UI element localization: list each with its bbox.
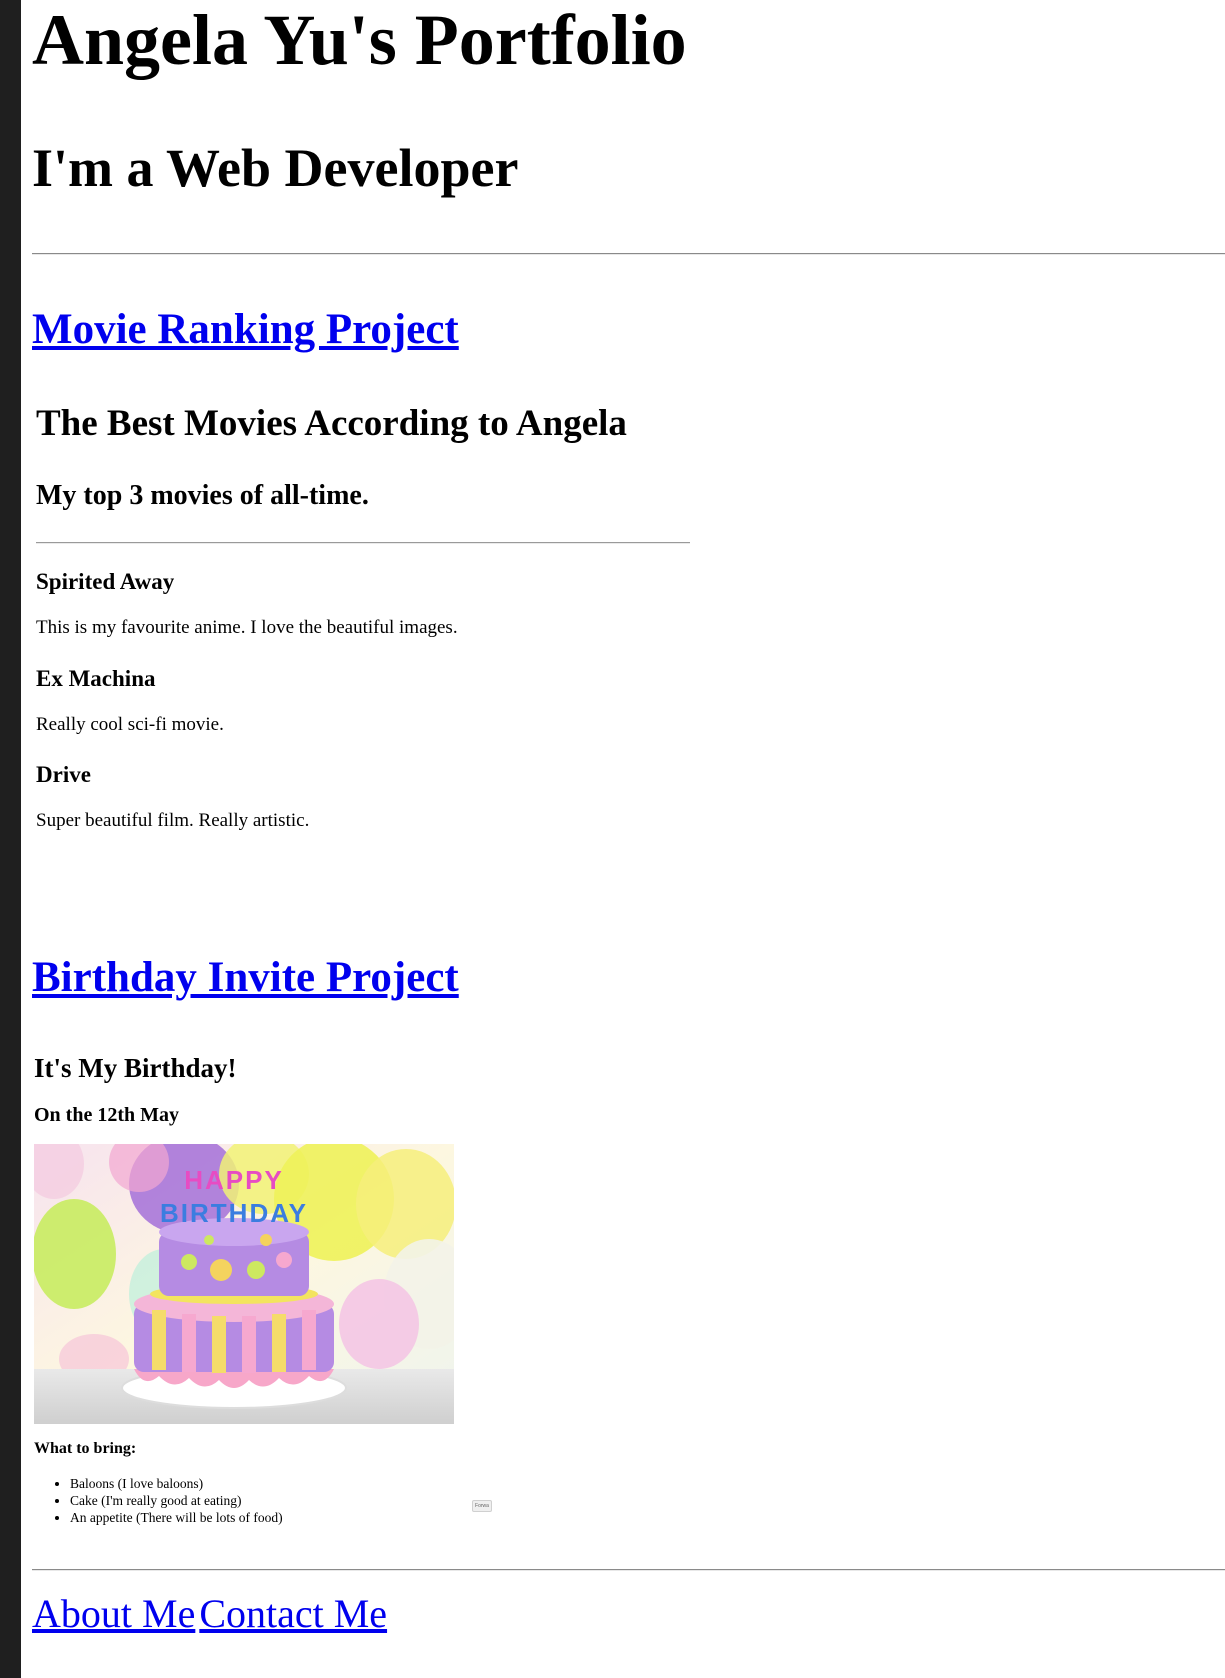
birthday-page-title: It's My Birthday! xyxy=(34,1053,237,1083)
footer-divider xyxy=(32,1569,1225,1571)
movie-page-title: The Best Movies According to Angela xyxy=(36,403,627,444)
movie-description: Really cool sci-fi movie. xyxy=(36,714,224,735)
svg-text:HAPPY: HAPPY xyxy=(184,1165,284,1195)
movie-page-subtitle: My top 3 movies of all-time. xyxy=(36,480,369,511)
movie-divider xyxy=(36,542,690,544)
birthday-invite-project-link[interactable]: Birthday Invite Project xyxy=(32,952,459,1004)
movie-title: Ex Machina xyxy=(36,666,156,691)
movie-description: Super beautiful film. Really artistic. xyxy=(36,810,310,831)
birthday-cake-image: HAPPY BIRTHDAY xyxy=(34,1144,454,1424)
page-subtitle: I'm a Web Developer xyxy=(32,138,519,198)
list-item: An appetite (There will be lots of food) xyxy=(70,1509,283,1526)
about-me-link[interactable]: About Me xyxy=(32,1591,195,1636)
footer-nav: About Me Contact Me xyxy=(32,1590,387,1638)
movie-title: Spirited Away xyxy=(36,569,175,594)
svg-text:BIRTHDAY: BIRTHDAY xyxy=(160,1198,308,1228)
what-to-bring-heading: What to bring: xyxy=(34,1440,137,1457)
bring-list: Baloons (I love baloons) Cake (I'm reall… xyxy=(34,1475,283,1526)
birthday-invite-embed: It's My Birthday! On the 12th May HAPPY … xyxy=(34,1040,504,1540)
movie-title: Drive xyxy=(36,762,91,787)
contact-me-link[interactable]: Contact Me xyxy=(199,1591,387,1636)
list-item: Baloons (I love baloons) xyxy=(70,1475,283,1492)
birthday-date: On the 12th May xyxy=(34,1104,179,1126)
forward-button[interactable]: Forwa xyxy=(472,1500,492,1512)
window-edge-bar xyxy=(0,0,21,1678)
movie-ranking-project-link[interactable]: Movie Ranking Project xyxy=(32,304,459,356)
page-title: Angela Yu's Portfolio xyxy=(32,0,687,80)
header-divider xyxy=(32,253,1225,255)
movie-description: This is my favourite anime. I love the b… xyxy=(36,617,458,638)
movie-ranking-embed: The Best Movies According to Angela My t… xyxy=(36,402,696,842)
list-item: Cake (I'm really good at eating) xyxy=(70,1492,283,1509)
